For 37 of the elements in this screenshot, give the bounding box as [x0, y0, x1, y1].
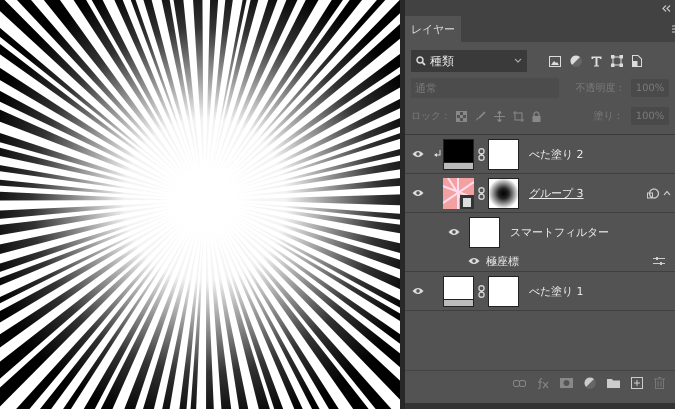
eye-icon[interactable]	[412, 287, 424, 295]
filter-name[interactable]: 極座標	[486, 254, 519, 268]
chevron-down-icon[interactable]	[514, 58, 522, 64]
folder-icon[interactable]	[607, 378, 620, 388]
mask-thumbnail	[488, 178, 519, 208]
caret-icon[interactable]	[663, 190, 671, 196]
smart-filter-badge-icon	[647, 188, 660, 198]
layer-name[interactable]: グループ 3	[529, 186, 584, 200]
eye-icon[interactable]	[468, 257, 480, 265]
layer-name[interactable]: べた塗り 2	[529, 146, 584, 162]
layers-tab[interactable]: レイヤー	[405, 16, 461, 42]
new-layer-icon[interactable]	[631, 377, 643, 389]
document-icon[interactable]	[632, 55, 642, 67]
link-icon[interactable]	[478, 186, 484, 200]
filter-dropdown[interactable]: 種類	[411, 50, 527, 72]
half-circle-icon[interactable]	[584, 377, 596, 389]
eye-icon[interactable]	[412, 150, 424, 158]
filter-value: 種類	[430, 52, 455, 70]
eye-icon[interactable]	[412, 189, 424, 197]
filter-mask-thumbnail	[469, 216, 500, 248]
image-icon[interactable]	[549, 56, 561, 66]
type-icon[interactable]	[591, 56, 602, 66]
mask-thumbnail	[488, 276, 519, 306]
filter-options-icon[interactable]	[653, 257, 665, 265]
search-icon	[416, 56, 426, 66]
transform-icon[interactable]	[611, 55, 623, 67]
link-icon[interactable]	[478, 284, 484, 298]
mask-thumbnail	[488, 138, 519, 170]
collapse-icon[interactable]	[662, 4, 671, 12]
eye-icon[interactable]	[448, 228, 460, 236]
link-icon[interactable]	[478, 148, 484, 160]
checkerboard-icon[interactable]	[456, 110, 467, 122]
smart-filter-label[interactable]: スマートフィルター	[510, 224, 609, 240]
half-circle-icon[interactable]	[570, 55, 582, 67]
menu-icon[interactable]	[672, 25, 675, 33]
smart-object-thumbnail	[443, 178, 474, 208]
layer-name[interactable]: べた塗り 1	[529, 284, 584, 298]
